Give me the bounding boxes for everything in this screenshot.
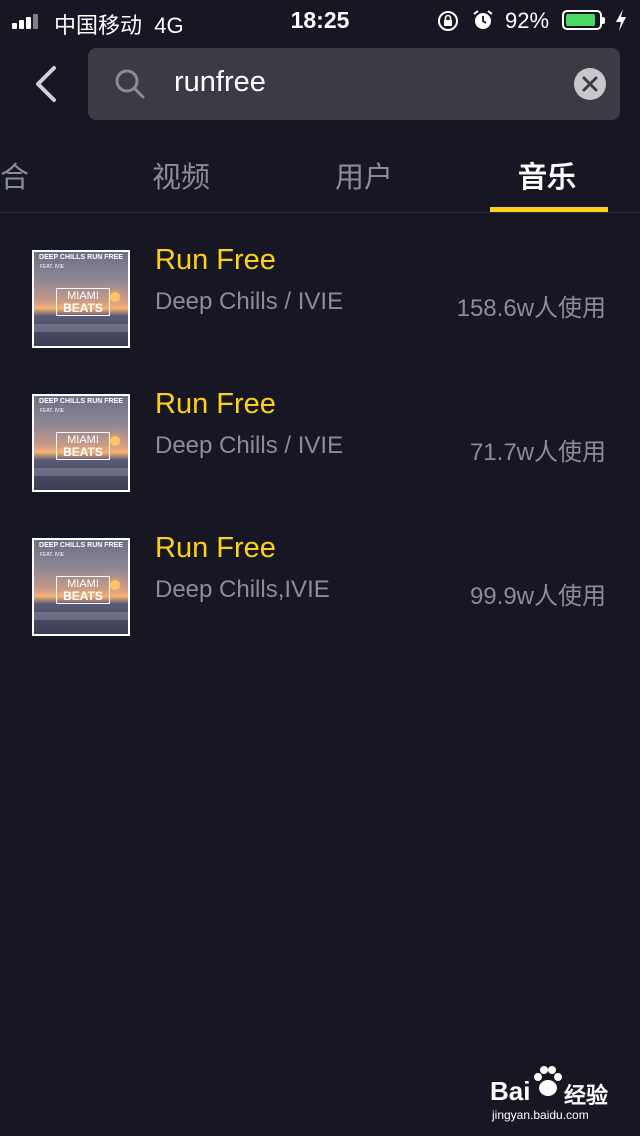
watermark-brand: Bai bbox=[490, 1076, 531, 1106]
battery-percent: 92% bbox=[505, 8, 550, 33]
chevron-left-icon bbox=[36, 66, 56, 102]
tab-users[interactable]: 用户 bbox=[335, 154, 393, 196]
music-result-row[interactable]: DEEP CHILLS RUN FREE FEAT. IVIE MIAMI BEA… bbox=[0, 374, 640, 494]
album-logo: MIAMI BEATS bbox=[56, 576, 110, 604]
song-artist: Deep Chills / IVIE bbox=[155, 432, 344, 459]
alarm-icon bbox=[473, 10, 493, 29]
watermark-cn: 经验 bbox=[564, 1083, 609, 1108]
search-bar[interactable]: runfree bbox=[88, 48, 620, 120]
status-bar: 中国移动 4G 18:25 92% bbox=[0, 0, 640, 40]
song-title: Run Free bbox=[155, 532, 276, 564]
usage-count: 99.9w人使用 bbox=[469, 583, 606, 610]
watermark-url: jingyan.baidu.com bbox=[492, 1108, 589, 1122]
song-title: Run Free bbox=[155, 244, 276, 276]
tab-music[interactable]: 音乐 bbox=[518, 154, 576, 196]
song-artist: Deep Chills,IVIE bbox=[155, 576, 330, 603]
usage-count: 71.7w人使用 bbox=[469, 439, 606, 466]
back-button[interactable] bbox=[28, 62, 68, 106]
clear-icon[interactable] bbox=[574, 68, 606, 100]
music-result-row[interactable]: DEEP CHILLS RUN FREE FEAT. IVIE MIAMI BEA… bbox=[0, 518, 640, 638]
search-icon bbox=[115, 69, 145, 99]
rotation-lock-icon bbox=[438, 11, 458, 31]
tab-all[interactable]: 合 bbox=[0, 154, 29, 196]
active-tab-indicator bbox=[490, 207, 608, 212]
paw-icon bbox=[534, 1066, 562, 1096]
song-artist: Deep Chills / IVIE bbox=[155, 288, 344, 315]
music-result-row[interactable]: DEEP CHILLS RUN FREE FEAT. IVIE MIAMI BEA… bbox=[0, 230, 640, 350]
album-cover[interactable]: DEEP CHILLS RUN FREE FEAT. IVIE MIAMI BEA… bbox=[32, 394, 130, 492]
baidu-watermark: Bai 经验 jingyan.baidu.com bbox=[490, 1062, 618, 1124]
battery-icon bbox=[562, 10, 605, 30]
album-logo: MIAMI BEATS bbox=[56, 288, 110, 316]
album-cover[interactable]: DEEP CHILLS RUN FREE FEAT. IVIE MIAMI BEA… bbox=[32, 538, 130, 636]
album-cover[interactable]: DEEP CHILLS RUN FREE FEAT. IVIE MIAMI BEA… bbox=[32, 250, 130, 348]
album-logo: MIAMI BEATS bbox=[56, 432, 110, 460]
song-title: Run Free bbox=[155, 388, 276, 420]
charging-icon bbox=[616, 9, 626, 31]
search-input[interactable]: runfree bbox=[174, 66, 266, 99]
usage-count: 158.6w人使用 bbox=[456, 295, 606, 322]
tab-video[interactable]: 视频 bbox=[152, 154, 210, 196]
tab-bar: 合 视频 用户 音乐 bbox=[0, 130, 640, 213]
